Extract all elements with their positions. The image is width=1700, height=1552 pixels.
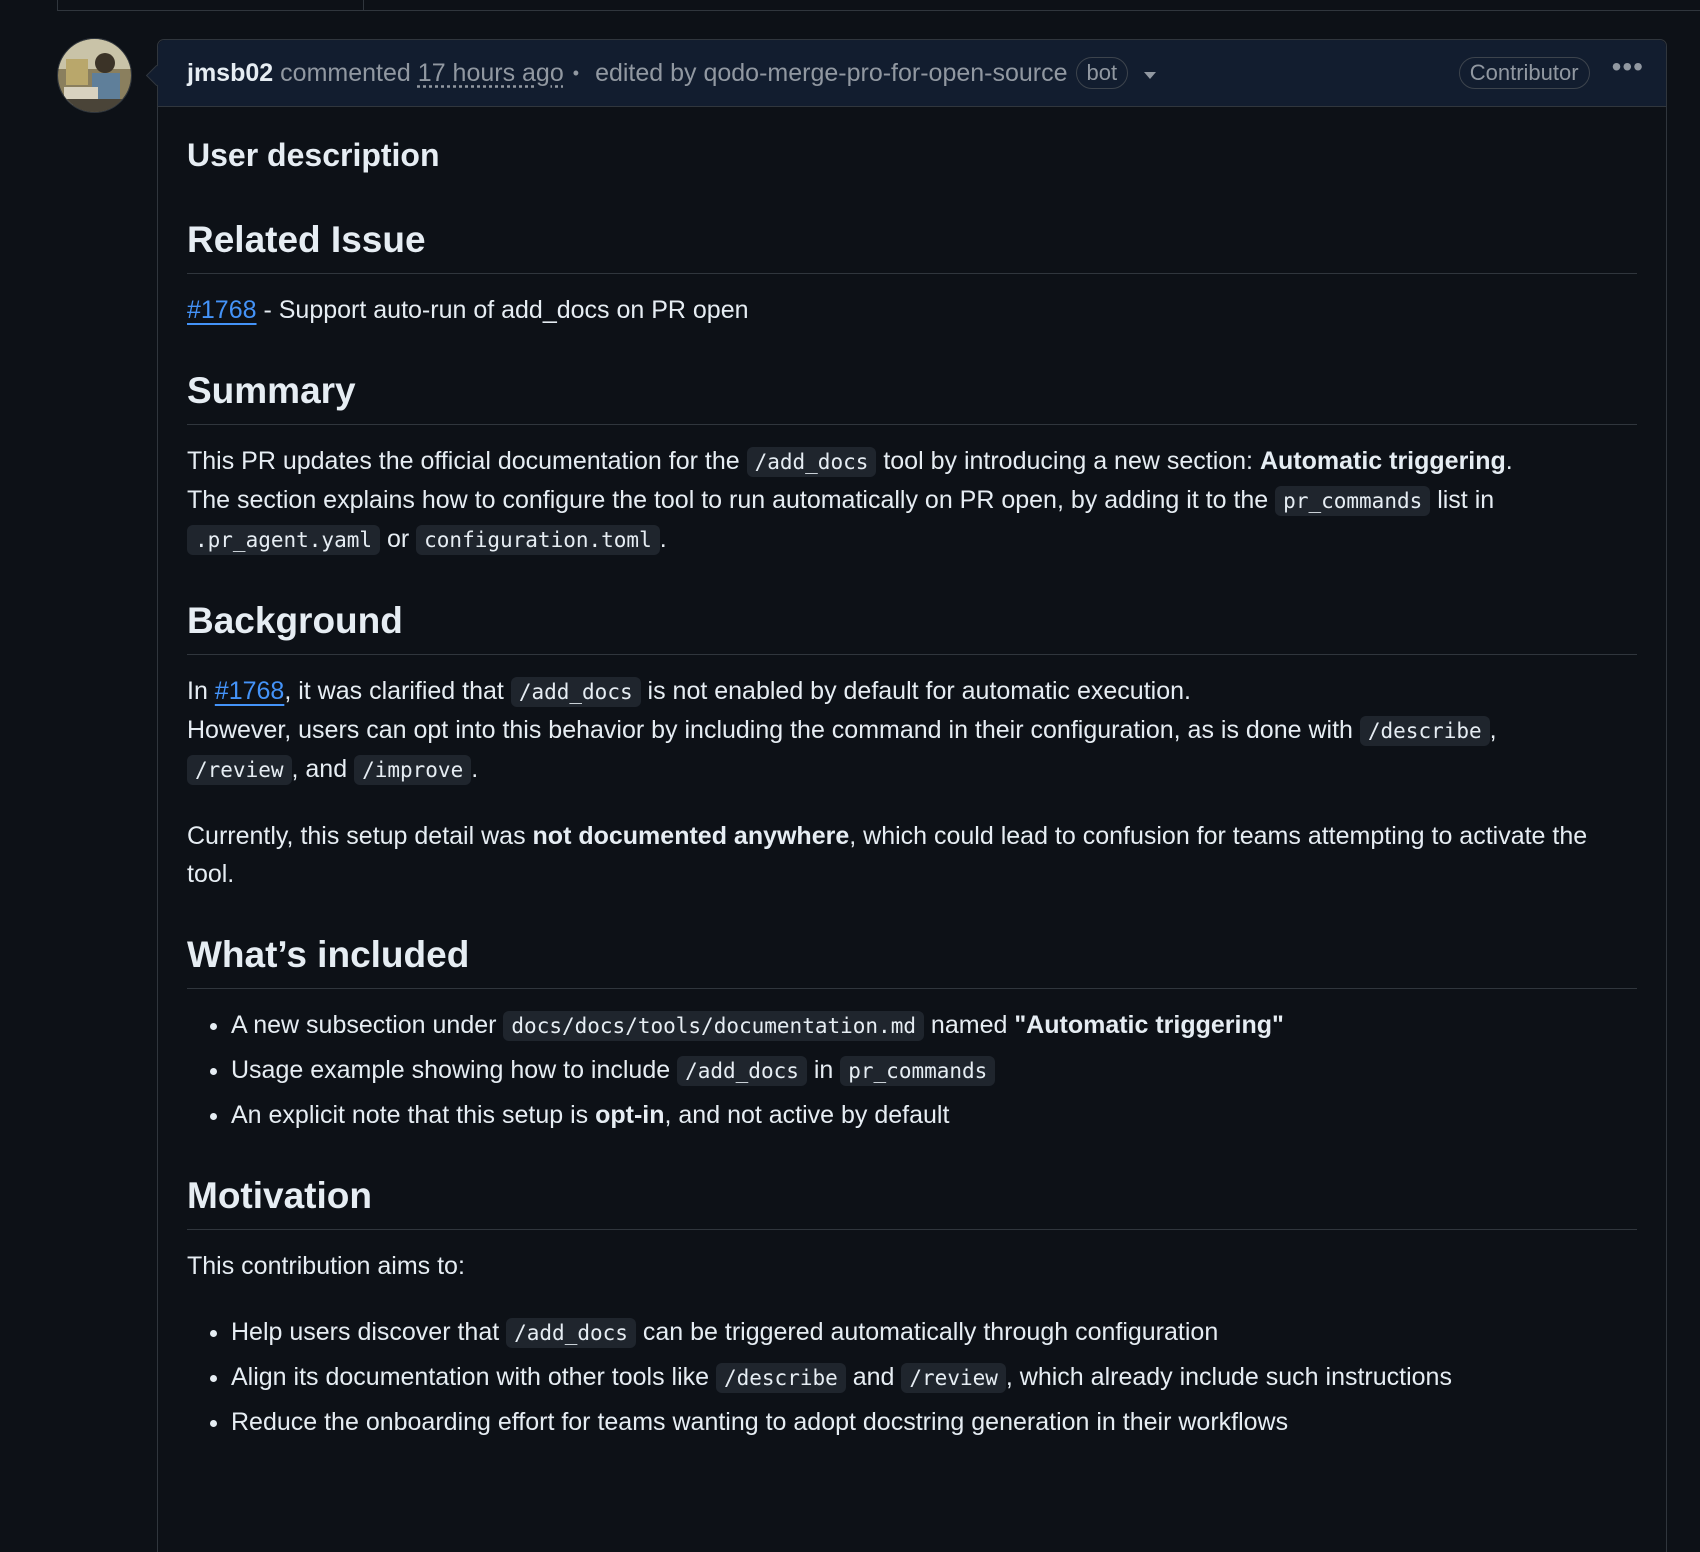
inline-code: /describe — [1359, 716, 1490, 746]
comment-body: User description Related Issue #1768 - S… — [158, 107, 1666, 1441]
summary-paragraph: This PR updates the official documentati… — [187, 447, 1513, 555]
author-name-link[interactable]: jmsb02 — [187, 59, 273, 88]
inline-code: /describe — [715, 1363, 846, 1393]
inline-code: /add_docs — [746, 447, 877, 477]
inline-code: .pr_agent.yaml — [187, 525, 381, 555]
motivation-intro: This contribution aims to: — [187, 1252, 465, 1280]
inline-code: /improve — [354, 755, 472, 785]
inline-code: pr_commands — [1275, 486, 1431, 516]
user-description-heading: User description — [187, 137, 440, 173]
inline-code: /review — [901, 1363, 1006, 1393]
active-tab-edge — [57, 0, 364, 10]
inline-code: pr_commands — [840, 1056, 996, 1086]
list-item: Align its documentation with other tools… — [231, 1358, 1637, 1397]
summary-heading: Summary — [187, 369, 1637, 425]
inline-code: configuration.toml — [416, 525, 660, 555]
whats-included-heading: What’s included — [187, 933, 1637, 989]
list-item: An explicit note that this setup is opt-… — [231, 1096, 1637, 1134]
issue-1768-inline-link[interactable]: #1768 — [215, 677, 285, 705]
edit-history-caret-icon[interactable] — [1144, 71, 1157, 79]
bot-badge: bot — [1075, 57, 1129, 89]
related-issue-paragraph: #1768 - Support auto-run of add_docs on … — [187, 296, 749, 324]
inline-code: /add_docs — [506, 1318, 636, 1348]
list-item: Reduce the onboarding effort for teams w… — [231, 1403, 1637, 1441]
more-options-kebab-icon[interactable]: ••• — [1612, 51, 1644, 83]
included-list: A new subsection under docs/docs/tools/d… — [187, 1006, 1637, 1134]
background-paragraph: In #1768, it was clarified that /add_doc… — [187, 677, 1497, 785]
related-issue-heading: Related Issue — [187, 218, 1637, 274]
list-item: Help users discover that /add_docs can b… — [231, 1313, 1637, 1352]
inline-code: /review — [187, 755, 292, 785]
list-item: A new subsection under docs/docs/tools/d… — [231, 1006, 1637, 1045]
inline-code: /add_docs — [677, 1056, 807, 1086]
motivation-heading: Motivation — [187, 1174, 1637, 1230]
inline-code: docs/docs/tools/documentation.md — [503, 1011, 924, 1041]
inline-code: /add_docs — [510, 677, 641, 707]
author-avatar[interactable] — [57, 38, 132, 113]
contributor-badge: Contributor — [1458, 57, 1590, 89]
list-item: Usage example showing how to include /ad… — [231, 1051, 1637, 1090]
issue-1768-link[interactable]: #1768 — [187, 296, 257, 324]
motivation-list: Help users discover that /add_docs can b… — [187, 1313, 1637, 1441]
comment-action: commented — [280, 58, 411, 87]
background-heading: Background — [187, 599, 1637, 655]
pr-comment: jmsb02 commented 17 hours ago • edited b… — [157, 39, 1667, 1552]
separator-dot: • — [572, 62, 580, 83]
comment-header: jmsb02 commented 17 hours ago • edited b… — [158, 40, 1666, 107]
comment-timestamp-link[interactable]: 17 hours ago — [418, 59, 564, 88]
edited-by-label[interactable]: edited by qodo-merge-pro-for-open-source — [595, 59, 1067, 88]
background-note-paragraph: Currently, this setup detail was not doc… — [187, 822, 1588, 888]
